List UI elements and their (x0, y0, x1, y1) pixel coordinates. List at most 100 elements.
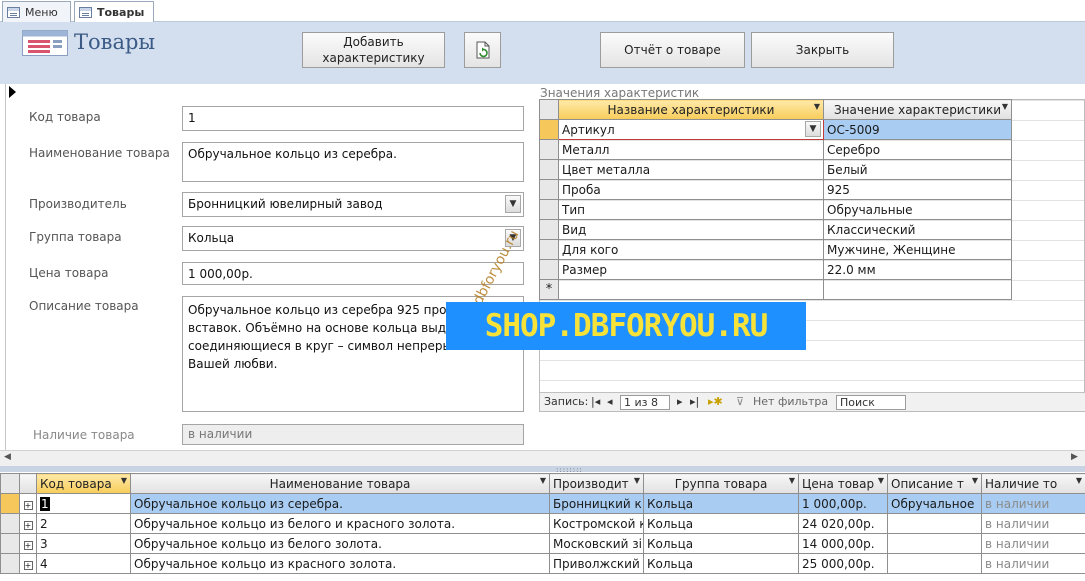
next-record-icon[interactable]: ▸ (677, 395, 683, 408)
table-cell[interactable]: Московский зі (549, 533, 644, 554)
table-row[interactable]: Размер 22.0 мм (539, 259, 1012, 280)
dropdown-arrow-icon[interactable]: ▼ (878, 476, 884, 485)
table-cell[interactable]: 2 (36, 513, 131, 534)
table-cell[interactable]: Вид (558, 219, 824, 240)
column-header[interactable]: Описание т ▼ (887, 473, 982, 494)
table-row[interactable]: Для кого Мужчине, Женщине (539, 239, 1012, 260)
row-selector[interactable] (0, 553, 20, 574)
add-characteristic-button[interactable]: Добавить характеристику (302, 32, 445, 68)
table-cell[interactable]: 24 020,00р. (798, 513, 888, 534)
table-cell[interactable]: 1 000,00р. (798, 493, 888, 514)
column-header[interactable]: Группа товара ▼ (643, 473, 799, 494)
table-cell[interactable]: Тип (558, 199, 824, 220)
dropdown-arrow-icon[interactable]: ▼ (972, 476, 978, 485)
row-selector[interactable] (539, 159, 559, 180)
row-selector[interactable] (539, 119, 559, 140)
table-cell[interactable]: Обручальные (823, 199, 1012, 220)
table-row[interactable]: + 3 Обручальное кольцо из белого золота.… (0, 533, 1085, 554)
table-cell[interactable] (887, 533, 982, 554)
row-selector[interactable] (539, 239, 559, 260)
column-header[interactable]: Производит ▼ (549, 473, 644, 494)
table-cell[interactable]: Белый (823, 159, 1012, 180)
column-header[interactable]: Наименование товара ▼ (130, 473, 550, 494)
record-position-field[interactable]: 1 из 8 (620, 395, 670, 410)
chevron-down-icon[interactable]: ▼ (505, 195, 521, 213)
chevron-down-icon[interactable]: ▼ (805, 121, 821, 137)
table-cell[interactable]: Обручальное кольцо из красного золота. (130, 553, 550, 574)
table-cell[interactable]: Кольца (643, 533, 799, 554)
table-cell[interactable]: 25 000,00р. (798, 553, 888, 574)
new-record-row[interactable]: * (539, 279, 1012, 300)
row-selector[interactable] (539, 219, 559, 240)
table-cell[interactable]: Проба (558, 179, 824, 200)
column-header[interactable]: Цена товар ▼ (798, 473, 888, 494)
name-field[interactable]: Обручальное кольцо из серебра. (182, 142, 524, 182)
table-cell[interactable]: 3 (36, 533, 131, 554)
table-cell[interactable]: + (19, 533, 37, 554)
tab-products[interactable]: Товары (74, 1, 154, 23)
expand-plus-icon[interactable]: + (23, 520, 33, 530)
column-header[interactable]: Код товара ▼ (36, 473, 131, 494)
record-selector-strip[interactable] (0, 84, 6, 451)
expand-plus-icon[interactable]: + (23, 560, 33, 570)
table-cell[interactable] (887, 553, 982, 574)
refresh-button[interactable] (464, 32, 501, 68)
close-button[interactable]: Закрыть (751, 32, 894, 68)
row-selector[interactable] (539, 259, 559, 280)
table-row[interactable]: Металл Серебро (539, 139, 1012, 160)
dropdown-arrow-icon[interactable]: ▼ (789, 476, 795, 485)
report-button[interactable]: Отчёт о товаре (600, 32, 745, 68)
search-input[interactable]: Поиск (836, 395, 906, 410)
table-cell[interactable]: Приволжский (549, 553, 644, 574)
table-row[interactable]: Тип Обручальные (539, 199, 1012, 220)
table-cell[interactable]: Кольца (643, 553, 799, 574)
table-row[interactable]: Артикул ▼ ОС-5009 (539, 119, 1012, 140)
price-field[interactable]: 1 000,00р. (182, 262, 524, 285)
new-record-icon[interactable]: ▸✱ (708, 395, 723, 408)
first-record-icon[interactable]: |◂ (591, 395, 600, 408)
table-row[interactable]: + 4 Обручальное кольцо из красного золот… (0, 553, 1085, 574)
expand-plus-icon[interactable]: + (23, 500, 33, 510)
dropdown-arrow-icon[interactable]: ▼ (1076, 476, 1082, 485)
table-row[interactable]: Вид Классический (539, 219, 1012, 240)
table-cell[interactable]: 925 (823, 179, 1012, 200)
row-selector[interactable] (539, 199, 559, 220)
table-cell[interactable]: Для кого (558, 239, 824, 260)
table-row[interactable]: Цвет металла Белый (539, 159, 1012, 180)
row-selector[interactable] (0, 493, 20, 514)
column-header[interactable]: Название характеристики ▼ (558, 99, 824, 120)
table-cell[interactable]: Кольца (643, 513, 799, 534)
tab-menu[interactable]: Меню (2, 1, 71, 22)
table-cell[interactable]: Мужчине, Женщине (823, 239, 1012, 260)
scroll-right-icon[interactable]: ▶ (1071, 452, 1078, 462)
row-selector[interactable] (539, 179, 559, 200)
table-cell[interactable]: в наличии (981, 533, 1085, 554)
table-cell[interactable]: Обручальное кольцо из белого и красного … (130, 513, 550, 534)
table-cell[interactable]: + (19, 493, 37, 514)
last-record-icon[interactable]: ▸| (690, 395, 699, 408)
dropdown-arrow-icon[interactable]: ▼ (634, 476, 640, 485)
table-cell[interactable]: Бронницкий к (549, 493, 644, 514)
code-field[interactable]: 1 (182, 106, 524, 131)
table-row[interactable]: Проба 925 (539, 179, 1012, 200)
table-cell[interactable]: Обручальное кольцо из белого золота. (130, 533, 550, 554)
expand-plus-icon[interactable]: + (23, 540, 33, 550)
table-cell[interactable]: Цвет металла (558, 159, 824, 180)
table-cell[interactable]: Артикул ▼ (558, 119, 824, 140)
table-cell[interactable]: Металл (558, 139, 824, 160)
row-selector[interactable] (0, 533, 20, 554)
select-all-corner[interactable] (539, 99, 559, 120)
group-combo[interactable]: Кольца ▼ (182, 226, 524, 251)
table-cell[interactable]: 1 (36, 493, 131, 514)
table-cell[interactable]: в наличии (981, 553, 1085, 574)
table-cell[interactable]: 4 (36, 553, 131, 574)
table-cell[interactable] (558, 279, 824, 300)
table-cell[interactable]: + (19, 553, 37, 574)
select-all-corner[interactable] (0, 473, 20, 494)
column-header[interactable]: Наличие то ▼ (981, 473, 1085, 494)
no-filter-label[interactable]: Нет фильтра (753, 395, 828, 408)
dropdown-arrow-icon[interactable]: ▼ (814, 102, 820, 111)
table-row[interactable]: + 1 Обручальное кольцо из серебра. Бронн… (0, 493, 1085, 514)
column-header[interactable]: Значение характеристики ▼ (823, 99, 1012, 120)
table-cell[interactable]: Кольца (643, 493, 799, 514)
